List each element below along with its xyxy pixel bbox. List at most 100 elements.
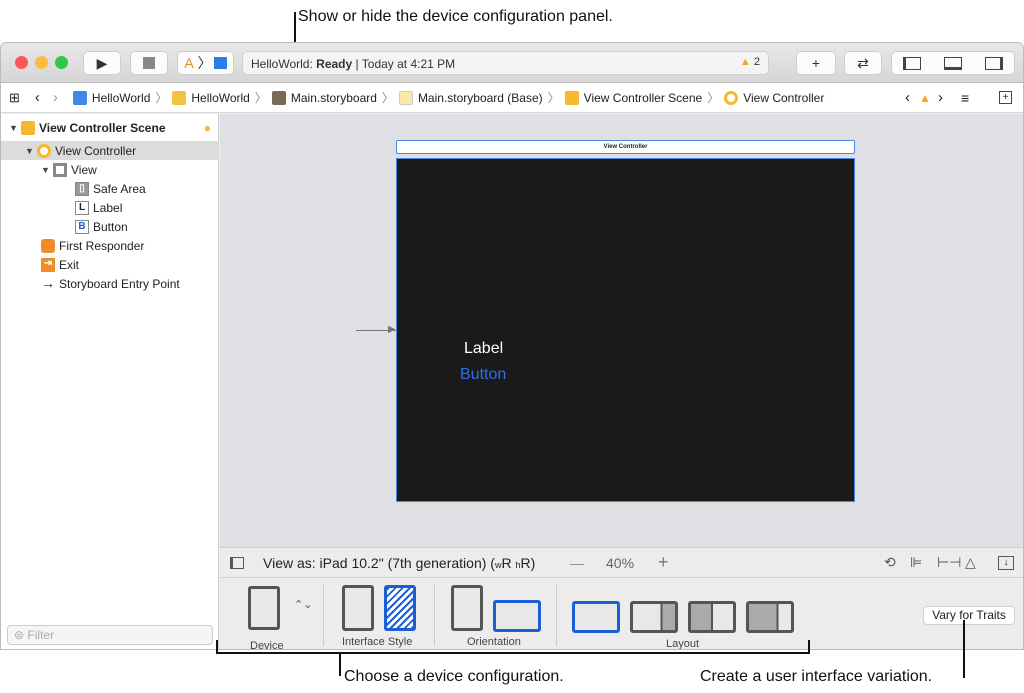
crumb-folder[interactable]: HelloWorld bbox=[191, 91, 249, 105]
bracket-end bbox=[216, 640, 218, 654]
outline-view-controller[interactable]: ▼ View Controller bbox=[1, 141, 219, 160]
library-button[interactable]: + bbox=[796, 51, 836, 75]
scene-title-bar[interactable]: View Controller bbox=[396, 140, 855, 154]
disclosure-icon[interactable]: ▼ bbox=[9, 123, 21, 133]
storyboard-icon bbox=[271, 90, 286, 105]
device-stepper-icon[interactable]: ⌃⌄ bbox=[294, 598, 312, 611]
outline-first-responder[interactable]: First Responder bbox=[1, 236, 219, 255]
back-button[interactable]: ‹ bbox=[35, 89, 40, 106]
outline-label-item[interactable]: L Label bbox=[1, 198, 219, 217]
button-icon: B bbox=[75, 219, 89, 234]
update-frames-icon[interactable]: ⟲ bbox=[884, 554, 896, 571]
run-button[interactable]: ▶ bbox=[83, 51, 121, 75]
forward-button[interactable]: › bbox=[53, 89, 58, 106]
code-review-button[interactable]: ⇄ bbox=[844, 51, 882, 75]
add-editor-icon[interactable]: + bbox=[999, 91, 1012, 104]
warning-icon: ▲ bbox=[739, 56, 751, 68]
project-icon bbox=[72, 90, 87, 105]
outline-safe-area[interactable]: ▯ Safe Area bbox=[1, 179, 219, 198]
outline-button-item[interactable]: B Button bbox=[1, 217, 219, 236]
view-controller-view[interactable]: Label Button bbox=[396, 158, 855, 502]
callout-line bbox=[339, 652, 341, 676]
zoom-out-button[interactable]: — bbox=[570, 555, 584, 571]
trait-h-value: R bbox=[520, 555, 531, 571]
light-style-option[interactable] bbox=[342, 585, 374, 631]
stop-icon bbox=[143, 57, 155, 69]
crumb-storyboard[interactable]: Main.storyboard bbox=[291, 91, 377, 105]
outline-label: View Controller bbox=[55, 143, 137, 158]
app-icon: A bbox=[184, 55, 194, 71]
status-state: Ready bbox=[316, 57, 353, 71]
navigator-toggle-icon[interactable] bbox=[903, 56, 922, 70]
resolve-issues-icon[interactable]: △ bbox=[965, 554, 976, 571]
label-icon: L bbox=[75, 200, 89, 215]
inspector-toggle-icon[interactable] bbox=[984, 56, 1003, 70]
related-items-icon[interactable]: ⊞ bbox=[9, 90, 20, 106]
crumb-project[interactable]: HelloWorld bbox=[92, 91, 150, 105]
view-controller-icon bbox=[37, 143, 51, 158]
button-element[interactable]: Button bbox=[460, 366, 506, 384]
filter-icon: ⊜ bbox=[14, 628, 25, 642]
warnings-indicator[interactable]: ▲ 2 bbox=[740, 56, 760, 68]
view-as-label: View as: iPad 10.2" (7th generation) (wR… bbox=[263, 555, 536, 571]
label-element[interactable]: Label bbox=[464, 340, 503, 358]
crumb-scene[interactable]: View Controller Scene bbox=[584, 91, 703, 105]
zoom-button[interactable] bbox=[55, 56, 68, 69]
view-icon bbox=[53, 162, 67, 177]
add-constraints-icon[interactable]: ⊢⊣ bbox=[937, 554, 961, 571]
exit-icon: ⇥ bbox=[41, 257, 55, 272]
debug-toggle-icon[interactable] bbox=[943, 56, 962, 70]
outline-view[interactable]: ▼ View bbox=[1, 160, 219, 179]
filter-placeholder: Filter bbox=[27, 628, 55, 642]
disclosure-icon[interactable]: ▼ bbox=[25, 146, 37, 156]
scene-icon bbox=[564, 90, 579, 105]
zoom-in-button[interactable]: + bbox=[658, 552, 669, 573]
align-icon[interactable]: ⊫ bbox=[910, 554, 922, 571]
layout-one-third-option[interactable] bbox=[746, 601, 794, 633]
interface-style-caption: Interface Style bbox=[342, 636, 413, 648]
close-button[interactable] bbox=[15, 56, 28, 69]
crumb-storyboard-base[interactable]: Main.storyboard (Base) bbox=[418, 91, 543, 105]
vary-for-traits-button[interactable]: Vary for Traits bbox=[923, 606, 1015, 625]
landscape-option[interactable] bbox=[493, 600, 541, 632]
device-ipad-icon[interactable] bbox=[248, 586, 280, 630]
storyboard-canvas[interactable]: ▶ View Controller Label Button bbox=[220, 114, 1023, 547]
device-caption: Device bbox=[250, 640, 284, 650]
outline-entry-point[interactable]: → Storyboard Entry Point bbox=[1, 274, 219, 293]
crumb-view-controller[interactable]: View Controller bbox=[743, 91, 824, 105]
minimize-button[interactable] bbox=[35, 56, 48, 69]
embed-in-icon[interactable]: ↓ bbox=[998, 556, 1014, 570]
dark-style-option[interactable] bbox=[384, 585, 416, 631]
filter-input[interactable]: ⊜ Filter bbox=[7, 625, 213, 645]
status-app: HelloWorld: bbox=[251, 57, 313, 71]
disclosure-icon[interactable]: ▼ bbox=[41, 165, 53, 175]
stop-button[interactable] bbox=[130, 51, 168, 75]
document-outline: ▼ View Controller Scene ● ▼ View Controller… bbox=[1, 114, 219, 649]
outline-label: Button bbox=[93, 219, 128, 234]
device-config-toggle-icon[interactable] bbox=[230, 557, 244, 569]
outline-label: Label bbox=[93, 200, 123, 215]
storyboard-base-icon bbox=[398, 90, 413, 105]
warning-icon[interactable]: ▲ bbox=[919, 91, 931, 105]
play-icon: ▶ bbox=[96, 54, 108, 71]
prev-issue-button[interactable]: ‹ bbox=[905, 89, 910, 106]
device-icon bbox=[213, 57, 227, 69]
outline-exit[interactable]: ⇥ Exit bbox=[1, 255, 219, 274]
next-issue-button[interactable]: › bbox=[938, 89, 943, 106]
outline-label: View Controller Scene bbox=[39, 120, 166, 135]
layout-full-option[interactable] bbox=[572, 601, 620, 633]
layout-two-thirds-option[interactable] bbox=[630, 601, 678, 633]
outline-label: Storyboard Entry Point bbox=[59, 276, 180, 291]
device-config-panel: ⌃⌄ Device Interface Style Orientation La… bbox=[220, 577, 1023, 650]
arrow-head-icon: ▶ bbox=[388, 324, 396, 335]
portrait-option[interactable] bbox=[451, 585, 483, 631]
trait-w-value: R bbox=[501, 555, 512, 571]
scene-icon bbox=[21, 120, 35, 135]
editor-options-icon[interactable]: ≡ bbox=[961, 90, 969, 106]
toolbar: ▶ A 〉 HelloWorld: Ready | Today at 4:21 … bbox=[1, 43, 1023, 83]
scheme-selector[interactable]: A 〉 bbox=[177, 51, 234, 75]
canvas-bottom-bar: View as: iPad 10.2" (7th generation) (wR… bbox=[220, 547, 1023, 577]
view-as-device: View as: iPad 10.2" (7th generation) bbox=[263, 555, 487, 571]
layout-half-option[interactable] bbox=[688, 601, 736, 633]
outline-scene[interactable]: ▼ View Controller Scene ● bbox=[1, 118, 219, 137]
